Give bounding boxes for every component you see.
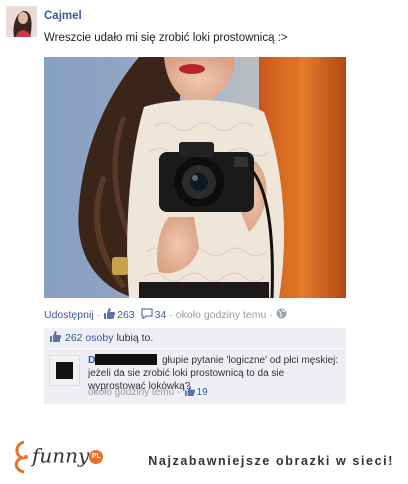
comment-icon[interactable]	[141, 308, 153, 322]
separator: ·	[169, 309, 173, 321]
comment-item: D głupie pytanie 'logiczne' od płci męsk…	[44, 349, 346, 404]
comment-like-count[interactable]: 19	[197, 387, 208, 398]
logo-badge: PL	[89, 450, 104, 464]
funny-pl-logo: funny PL	[10, 440, 104, 474]
post-author-name[interactable]: Cajmel	[44, 10, 82, 22]
thumbs-up-icon[interactable]	[184, 386, 195, 399]
author-avatar[interactable]	[6, 6, 37, 37]
comment-timestamp[interactable]: około godziny temu	[88, 387, 174, 398]
likes-summary: 262 osoby lubią to.	[44, 328, 346, 348]
separator: ·	[96, 309, 101, 321]
likes-count-link[interactable]: 262 osoby	[65, 332, 113, 344]
post-status-text: Wreszcie udało mi się zrobić loki prosto…	[44, 32, 288, 44]
thumbs-up-icon	[49, 330, 62, 345]
footer-tagline: Najzabawniejsze obrazki w sieci!	[148, 454, 394, 468]
separator: ·	[269, 309, 273, 321]
redacted-avatar	[56, 362, 73, 379]
logo-text: funny	[32, 443, 90, 468]
footer-watermark: funny PL Najzabawniejsze obrazki w sieci!	[0, 438, 408, 478]
post-photo[interactable]	[44, 57, 346, 298]
post-action-bar: Udostępnij · 263 34 · około godziny temu…	[44, 308, 287, 322]
comment-meta: około godziny temu · 19	[88, 386, 208, 399]
comment-count[interactable]: 34	[155, 309, 167, 321]
globe-icon	[276, 308, 287, 322]
thumbs-up-icon[interactable]	[103, 308, 116, 322]
commenter-avatar[interactable]	[49, 355, 80, 386]
separator: ·	[177, 387, 181, 398]
share-link[interactable]: Udostępnij	[44, 309, 94, 321]
post-timestamp[interactable]: około godziny temu	[176, 309, 266, 321]
like-count[interactable]: 263	[117, 309, 135, 321]
likes-text: lubią to.	[116, 331, 154, 344]
